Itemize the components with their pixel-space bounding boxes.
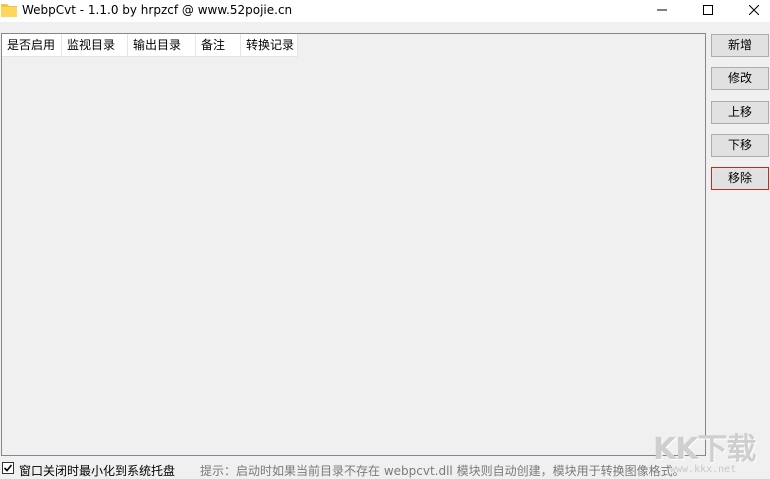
add-button[interactable]: 新增	[711, 34, 769, 57]
watermark-brand: KK下载	[653, 432, 756, 467]
close-button[interactable]	[734, 0, 770, 20]
watch-directory-list[interactable]: 是否启用 监视目录 输出目录 备注 转换记录	[1, 33, 706, 456]
column-header-output-dir[interactable]: 输出目录	[128, 34, 196, 56]
folder-icon	[1, 3, 17, 17]
maximize-icon	[703, 5, 713, 15]
column-header-note[interactable]: 备注	[196, 34, 241, 56]
watermark-url: www.kkx.net	[670, 464, 737, 475]
move-up-button[interactable]: 上移	[711, 101, 769, 124]
minimize-icon	[657, 9, 667, 11]
minimize-to-tray-checkbox[interactable]	[2, 462, 14, 474]
title-bar: WebpCvt - 1.1.0 by hrpzcf @ www.52pojie.…	[0, 0, 770, 22]
remove-button[interactable]: 移除	[711, 167, 769, 190]
close-icon	[749, 5, 759, 15]
maximize-button[interactable]	[688, 0, 728, 20]
minimize-to-tray-label[interactable]: 窗口关闭时最小化到系统托盘	[19, 462, 175, 479]
checkmark-icon	[3, 464, 13, 472]
hint-text: 提示：启动时如果当前目录不存在 webpcvt.dll 模块则自动创建，模块用于…	[200, 464, 685, 478]
move-down-button[interactable]: 下移	[711, 134, 769, 157]
watermark: KK下载 www.kkx.net	[650, 424, 768, 476]
minimize-button[interactable]	[642, 0, 682, 20]
edit-button[interactable]: 修改	[711, 67, 769, 90]
column-header-convert-log[interactable]: 转换记录	[241, 34, 298, 56]
window-title: WebpCvt - 1.1.0 by hrpzcf @ www.52pojie.…	[22, 3, 293, 17]
column-header-watch-dir[interactable]: 监视目录	[62, 34, 128, 56]
column-header-enabled[interactable]: 是否启用	[2, 34, 62, 56]
list-header: 是否启用 监视目录 输出目录 备注 转换记录	[2, 34, 298, 57]
